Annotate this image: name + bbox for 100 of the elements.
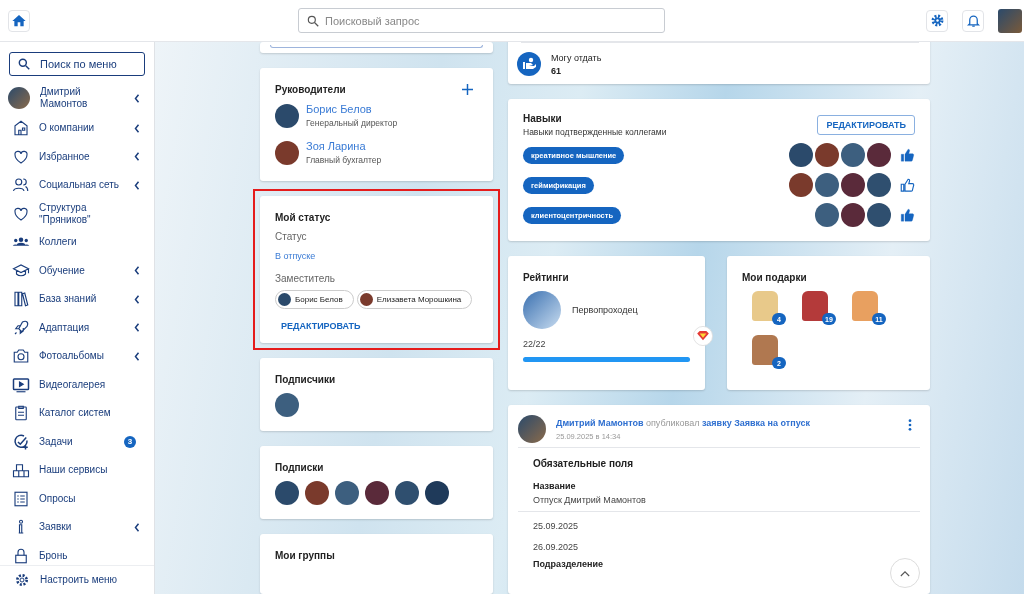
settings-button[interactable] [926, 9, 948, 32]
person-role: Генеральный директор [306, 118, 398, 128]
menu-item[interactable]: База знаний [0, 285, 154, 314]
thumbs-up-icon[interactable] [900, 177, 915, 193]
menu-item[interactable]: Бронь [0, 541, 154, 565]
clipboard-icon [12, 404, 30, 423]
card-title: Мои группы [275, 550, 336, 561]
menu-item[interactable]: Наши сервисы [0, 456, 154, 485]
search-icon [306, 13, 320, 28]
menu-item[interactable]: Обучение [0, 256, 154, 285]
give-label: Могу отдать [551, 52, 602, 63]
camera-icon [12, 347, 30, 366]
menu-item[interactable]: Фотоальбомы [0, 342, 154, 371]
gift-image[interactable] [752, 335, 778, 365]
card-title: Мой статус [275, 212, 332, 223]
avatar[interactable] [789, 143, 813, 167]
card-title: Подписки [275, 462, 325, 473]
input-field[interactable] [270, 45, 483, 48]
card-title: Руководители [275, 84, 346, 95]
field-label: Заместитель [275, 273, 336, 284]
search-icon [17, 57, 31, 71]
avatar[interactable] [867, 173, 891, 197]
home-button[interactable] [8, 9, 30, 32]
avatar [275, 103, 299, 128]
menu-item[interactable]: Видеогалерея [0, 370, 154, 399]
gift-image[interactable] [752, 291, 778, 321]
field-label: Название [533, 481, 577, 491]
lock-icon [12, 546, 30, 565]
progress-text: 22/22 [523, 339, 547, 349]
menu-item[interactable]: Опросы [0, 484, 154, 513]
menu-item[interactable]: Каталог систем [0, 399, 154, 428]
menu-search-field[interactable]: Поиск по меню [9, 52, 145, 76]
boxes-icon [12, 461, 30, 480]
field-label: Статус [275, 231, 308, 242]
field-label: Подразделение [533, 559, 604, 569]
menu-item[interactable]: О компании [0, 114, 154, 143]
rating-name: Первопроходец [572, 305, 638, 315]
edit-button[interactable]: РЕДАКТИРОВАТЬ [281, 317, 361, 335]
avatar[interactable] [275, 393, 299, 417]
status-value: В отпуске [275, 251, 317, 261]
avatar[interactable] [305, 481, 329, 505]
avatar[interactable] [815, 143, 839, 167]
hand-giving-icon [517, 52, 541, 76]
video-icon [12, 375, 30, 394]
card-title: Навыки [523, 113, 563, 124]
building-icon [12, 119, 30, 138]
badge-image [523, 291, 561, 329]
menu-item[interactable]: Избранное [0, 142, 154, 171]
card-subtitle: Навыки подтвержденные коллегами [523, 127, 667, 137]
user-avatar[interactable] [998, 8, 1022, 33]
avatar[interactable] [365, 481, 389, 505]
menu-item[interactable]: Задачи 3 [0, 427, 154, 456]
chevron-up-icon [900, 569, 910, 577]
avatar[interactable] [841, 173, 865, 197]
avatar[interactable] [815, 173, 839, 197]
avatar[interactable] [395, 481, 419, 505]
search-field[interactable]: Поисковый запрос [298, 8, 665, 33]
task-icon [12, 432, 30, 451]
avatar[interactable] [867, 203, 891, 227]
avatar[interactable] [841, 203, 865, 227]
thumbs-up-icon[interactable] [900, 207, 915, 223]
avatar[interactable] [275, 481, 299, 505]
card-title: Подписчики [275, 374, 337, 385]
person-role: Главный бухгалтер [306, 155, 382, 165]
field-value: Отпуск Дмитрий Мамонтов [533, 495, 647, 505]
card-title: Рейтинги [523, 272, 570, 283]
person-name-link[interactable]: Борис Белов [306, 103, 398, 115]
person-name-link[interactable]: Зоя Ларина [306, 140, 382, 152]
thumbs-up-icon[interactable] [900, 147, 915, 163]
books-icon [12, 290, 30, 309]
menu-item[interactable]: Коллеги [0, 228, 154, 257]
avatar[interactable] [841, 143, 865, 167]
give-value: 61 [551, 65, 562, 76]
settings-icon [14, 572, 30, 588]
avatar [275, 140, 299, 165]
date-value: 25.09.2025 [533, 521, 580, 531]
avatar [8, 87, 30, 109]
avatar [518, 415, 546, 443]
avatar[interactable] [425, 481, 449, 505]
bell-icon [965, 13, 981, 28]
home-icon [11, 12, 27, 29]
more-options-icon[interactable] [908, 419, 912, 431]
menu-item[interactable]: Заявки [0, 513, 154, 542]
rocket-icon [12, 318, 30, 337]
section-title: Обязательные поля [533, 458, 635, 469]
edit-button[interactable]: РЕДАКТИРОВАТЬ [817, 115, 915, 135]
menu-item[interactable]: Структура "Пряников" [0, 199, 154, 228]
avatar[interactable] [815, 203, 839, 227]
avatar[interactable] [335, 481, 359, 505]
customize-menu-item[interactable]: Настроить меню [0, 565, 154, 594]
menu-item[interactable]: Адаптация [0, 313, 154, 342]
add-button[interactable] [460, 82, 474, 97]
avatar[interactable] [789, 173, 813, 197]
avatar[interactable] [867, 143, 891, 167]
menu-item[interactable]: Социальная сеть [0, 171, 154, 200]
list-icon [12, 489, 30, 508]
profile-menu-item[interactable]: Дмитрий Мамонтов [0, 82, 154, 114]
date-value: 26.09.2025 [533, 542, 580, 552]
count-badge: 3 [124, 435, 136, 448]
notifications-button[interactable] [962, 9, 984, 32]
